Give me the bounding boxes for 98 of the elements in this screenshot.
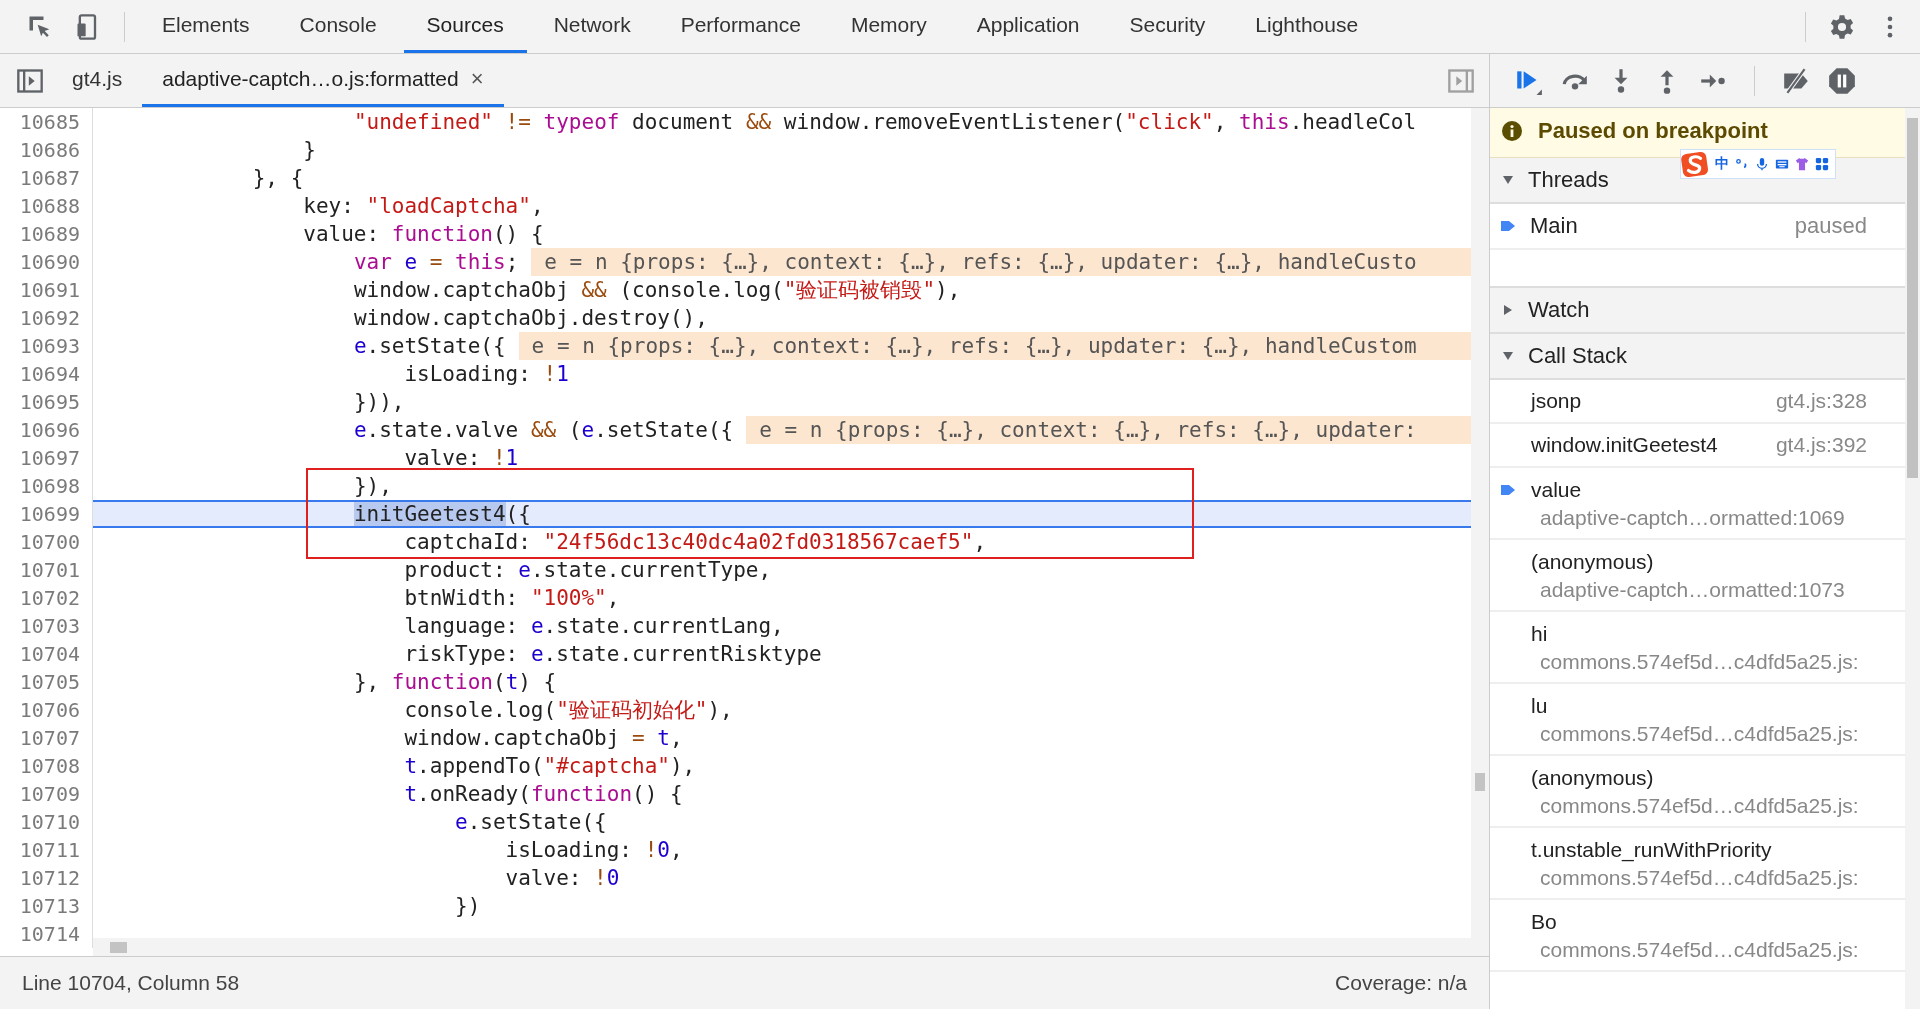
line-number: 10701 [0, 556, 93, 584]
line-number: 10708 [0, 752, 93, 780]
section-title: Call Stack [1528, 343, 1628, 369]
expand-triangle-icon [1502, 304, 1514, 316]
code-line: riskType: e.state.currentRisktype [403, 641, 822, 668]
paused-message: Paused on breakpoint [1538, 117, 1768, 144]
line-number: 10703 [0, 612, 93, 640]
code-line: value: function() { [302, 221, 544, 248]
code-line: isLoading: !0, [504, 837, 683, 864]
code-line: t.onReady(function() { [403, 781, 683, 808]
line-number: 10695 [0, 388, 93, 416]
line-number: 10685 [0, 108, 93, 136]
line-number: 10687 [0, 164, 93, 192]
code-line: language: e.state.currentLang, [403, 613, 784, 640]
code-line: initGeetest4({ [352, 502, 531, 526]
section-title: Watch [1528, 297, 1590, 323]
code-line: captchaId: "24f56dc13c40dc4a02fd0318567caef5", [403, 529, 987, 556]
line-number: 10689 [0, 220, 93, 248]
coverage-label: Coverage: n/a [1335, 971, 1467, 995]
navigator-toggle-icon[interactable] [16, 66, 44, 95]
close-tab-icon[interactable]: × [470, 66, 484, 92]
panel-tab[interactable]: Elements [139, 0, 273, 53]
inline-value-hint: e = n {props: {…}, context: {…}, refs: {…}, updater: [746, 416, 1471, 444]
ime-toolbar[interactable]: 中 [1680, 149, 1836, 179]
info-icon [1502, 120, 1522, 141]
code-line: e.setState({ [454, 809, 607, 836]
code-line: }, { [251, 165, 304, 192]
skin-icon[interactable] [1795, 157, 1809, 171]
code-line: e.state.valve && (e.setState({ [352, 417, 734, 444]
input-mode-toggle[interactable]: 中 [1715, 155, 1729, 173]
line-number: 10704 [0, 640, 93, 668]
line-number: 10706 [0, 696, 93, 724]
line-number: 10697 [0, 444, 93, 472]
punctuation-icon[interactable] [1735, 157, 1749, 171]
line-number: 10709 [0, 780, 93, 808]
code-line: window.captchaObj && (console.log("验证码被销毁"), [352, 277, 961, 304]
code-line: isLoading: !1 [403, 361, 569, 388]
expand-triangle-icon [1502, 174, 1514, 186]
cursor-position: Line 10704, Column 58 [22, 971, 240, 995]
section-header[interactable]: Call Stack [1490, 334, 1905, 380]
code-line: var e = this; [352, 249, 519, 276]
code-line: }, function(t) { [352, 669, 557, 696]
thread-row[interactable]: Main paused [1490, 204, 1905, 250]
line-number: 10705 [0, 668, 93, 696]
code-line: window.captchaObj.destroy(), [352, 305, 708, 332]
debugger-toggle-icon[interactable] [1447, 66, 1475, 95]
grid-icon[interactable] [1815, 157, 1829, 171]
call-frame[interactable]: jsonp gt4.js:328 [1490, 380, 1905, 424]
line-number: 10688 [0, 192, 93, 220]
panel-tab[interactable]: Lighthouse [1232, 0, 1382, 53]
line-number: 10713 [0, 892, 93, 920]
line-number: 10693 [0, 332, 93, 360]
code-line: btnWidth: "100%", [403, 585, 620, 612]
line-number: 10702 [0, 584, 93, 612]
line-number: 10707 [0, 724, 93, 752]
code-line: valve: !0 [504, 865, 620, 892]
panel-tab[interactable]: Performance [657, 0, 824, 53]
section-title: Threads [1528, 167, 1609, 193]
panel-tab[interactable]: Application [953, 0, 1103, 53]
panel-tab[interactable]: Console [276, 0, 400, 53]
panel-tab[interactable]: Security [1106, 0, 1229, 53]
code-line: e.setState({ [352, 333, 506, 360]
code-line: product: e.state.currentType, [403, 557, 772, 584]
inline-value-hint: e = n {props: {…}, context: {…}, refs: {…}, updater: {…}, handleCusto [531, 248, 1471, 276]
call-frame[interactable]: window.initGeetest4 gt4.js:392 [1490, 424, 1905, 468]
code-line: console.log("验证码初始化"), [403, 697, 733, 724]
logo-icon[interactable] [1681, 150, 1709, 178]
settings-icon[interactable] [1828, 12, 1856, 41]
inline-value-hint: e = n {props: {…}, context: {…}, refs: {…}, updater: {…}, handleCustom [518, 332, 1471, 360]
code-line: })), [352, 389, 405, 416]
line-number: 10692 [0, 304, 93, 332]
line-number: 10694 [0, 360, 93, 388]
code-line: }) [454, 893, 481, 920]
keyboard-icon[interactable] [1775, 157, 1789, 171]
line-number: 10700 [0, 528, 93, 556]
code-line: valve: !1 [403, 445, 519, 472]
code-line: t.appendTo("#captcha"), [403, 753, 696, 780]
line-number: 10710 [0, 808, 93, 836]
microphone-icon[interactable] [1755, 157, 1769, 171]
file-tab[interactable]: adaptive-captch…o.js:formatted × [142, 54, 504, 107]
line-number: 10690 [0, 248, 93, 276]
code-line: }), [352, 473, 392, 500]
file-tab[interactable]: gt4.js [52, 54, 143, 107]
line-number: 10698 [0, 472, 93, 500]
code-line: key: "loadCaptcha", [302, 193, 544, 220]
line-number: 10696 [0, 416, 93, 444]
panel-tab[interactable]: Memory [827, 0, 950, 53]
code-line: "undefined" != typeof document && window.removeEventListener("click", this.headleCol [352, 109, 1417, 136]
line-number: 10691 [0, 276, 93, 304]
section-header[interactable]: Watch [1490, 288, 1905, 334]
code-line: window.captchaObj = t, [403, 725, 683, 752]
panel-tab[interactable]: Network [530, 0, 654, 53]
expand-triangle-icon [1502, 350, 1514, 362]
code-line: } [302, 137, 316, 164]
pause-on-exceptions-icon[interactable] [1827, 65, 1857, 96]
line-number: 10711 [0, 836, 93, 864]
line-number: 10712 [0, 864, 93, 892]
line-number: 10686 [0, 136, 93, 164]
